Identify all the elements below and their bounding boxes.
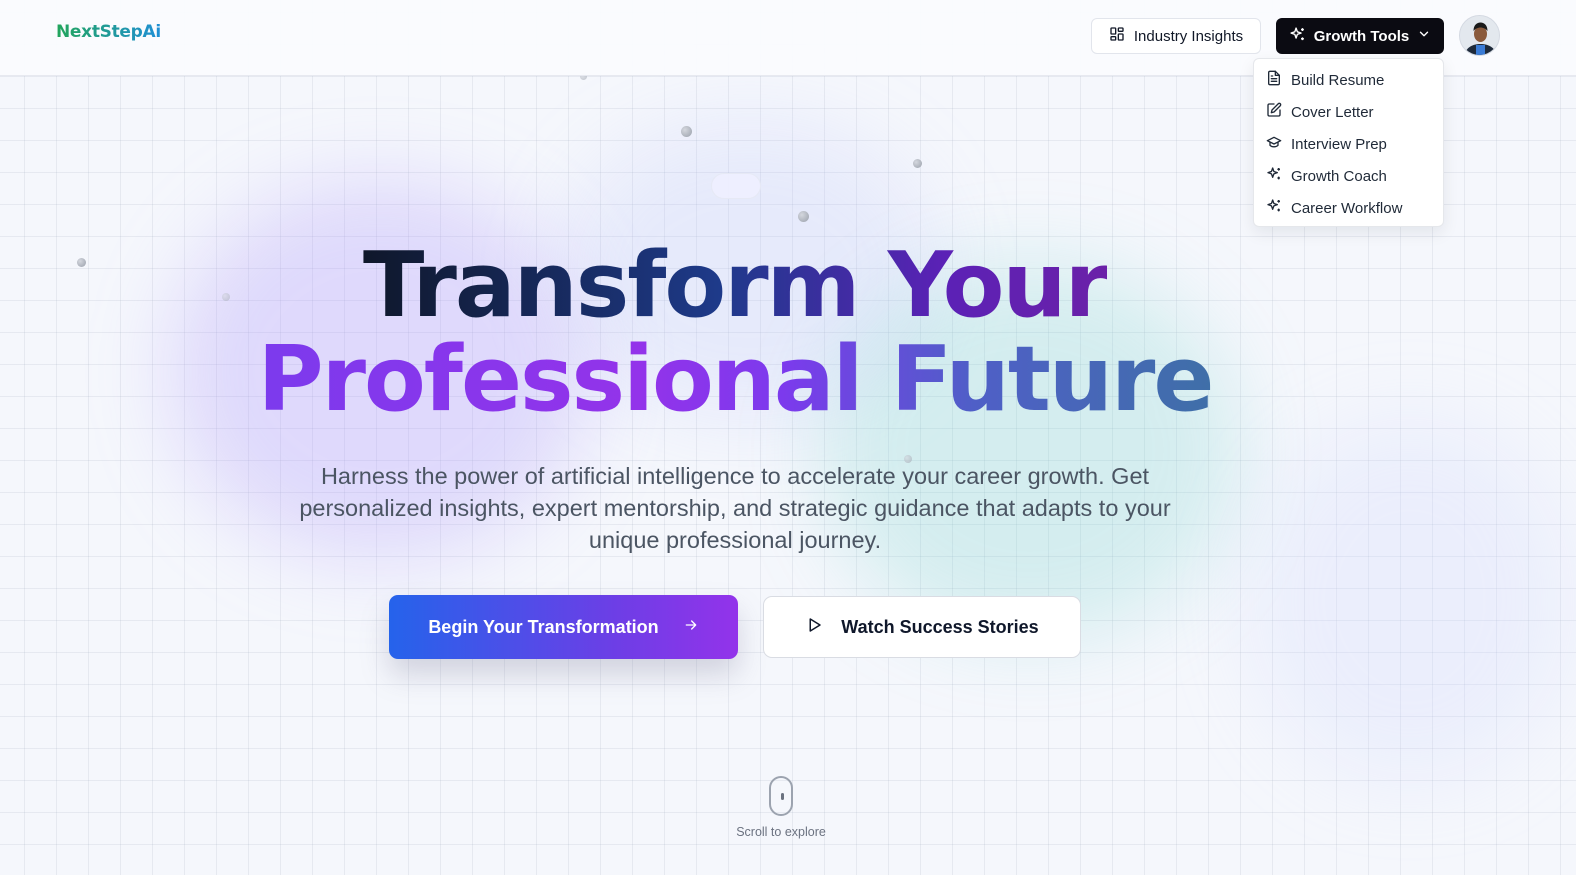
menu-item-cover-letter[interactable]: Cover Letter — [1254, 96, 1443, 128]
hero-title-line-2: Professional Future — [257, 327, 1215, 432]
menu-item-label: Career Workflow — [1291, 199, 1403, 217]
growth-tools-menu: Build Resume Cover Letter Interview Prep… — [1253, 58, 1444, 227]
sparkles-icon — [1266, 198, 1282, 218]
growth-tools-button[interactable]: Growth Tools — [1276, 18, 1444, 54]
chevron-down-icon — [1417, 27, 1431, 45]
menu-item-interview-prep[interactable]: Interview Prep — [1254, 128, 1443, 160]
menu-item-growth-coach[interactable]: Growth Coach — [1254, 160, 1443, 192]
hero-subtitle: Harness the power of artificial intellig… — [299, 463, 1171, 553]
decorative-pill — [711, 173, 761, 199]
primary-cta-label: Begin Your Transformation — [428, 616, 659, 637]
arrow-right-icon — [683, 617, 699, 638]
user-avatar[interactable] — [1459, 15, 1500, 56]
scroll-indicator-mouse-icon[interactable] — [769, 776, 793, 816]
secondary-cta-label: Watch Success Stories — [841, 616, 1039, 637]
pen-square-icon — [1266, 102, 1282, 122]
decorative-dot — [681, 126, 692, 137]
menu-item-build-resume[interactable]: Build Resume — [1254, 64, 1443, 96]
file-text-icon — [1266, 70, 1282, 90]
menu-item-label: Build Resume — [1291, 71, 1385, 89]
menu-item-label: Cover Letter — [1291, 103, 1374, 121]
menu-item-label: Interview Prep — [1291, 135, 1387, 153]
industry-insights-button[interactable]: Industry Insights — [1091, 18, 1261, 54]
scroll-hint-label: Scroll to explore — [736, 825, 826, 839]
play-icon — [805, 616, 823, 639]
menu-item-career-workflow[interactable]: Career Workflow — [1254, 192, 1443, 224]
growth-tools-label: Growth Tools — [1313, 27, 1410, 45]
begin-transformation-button[interactable]: Begin Your Transformation — [389, 595, 738, 659]
layout-dashboard-icon — [1109, 26, 1125, 46]
brand-logo[interactable]: NextStepAi — [56, 22, 161, 42]
menu-item-label: Growth Coach — [1291, 167, 1387, 185]
watch-success-stories-button[interactable]: Watch Success Stories — [763, 596, 1081, 658]
sparkles-icon — [1266, 166, 1282, 186]
decorative-dot — [913, 159, 922, 168]
industry-insights-label: Industry Insights — [1133, 27, 1244, 45]
hero-title-line-1: Transform Your — [363, 233, 1109, 338]
scroll-wheel — [780, 793, 784, 800]
decorative-dot — [798, 211, 809, 222]
sparkles-icon — [1289, 26, 1306, 47]
graduation-cap-icon — [1266, 134, 1282, 154]
